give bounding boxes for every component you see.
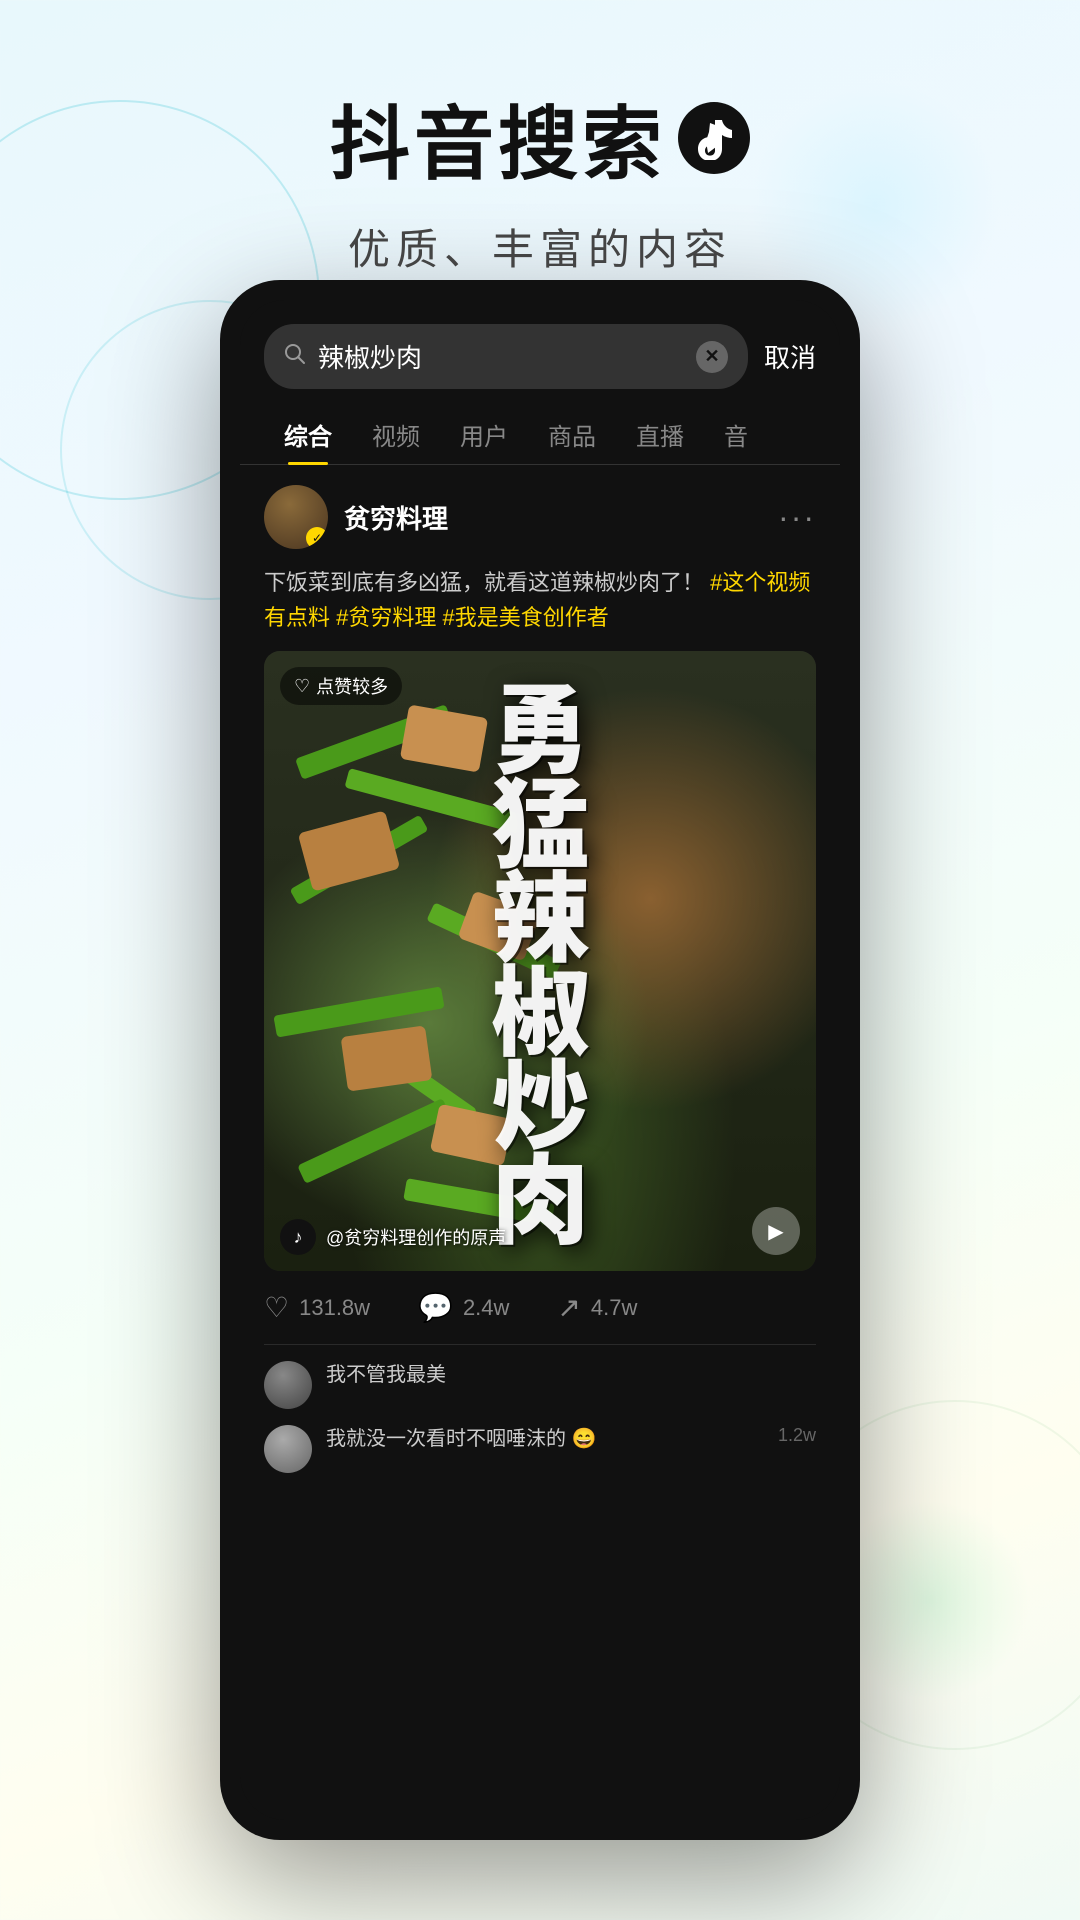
share-stat-icon: ↗ [557,1291,580,1324]
tab-user[interactable]: 用户 [440,405,528,464]
tab-audio[interactable]: 音 [704,405,768,464]
comments-stat: 💬 2.4w [418,1291,509,1324]
heart-icon: ♡ [294,676,310,697]
comment-content-2: 我就没一次看时不咽唾沫的 😄 [326,1425,764,1453]
search-cancel-button[interactable]: 取消 [764,338,816,375]
search-clear-button[interactable]: ✕ [696,341,728,373]
shares-count: 4.7w [591,1295,637,1321]
more-options-button[interactable]: ··· [778,499,816,536]
verified-badge-icon: ✓ [306,527,328,549]
user-info: ✓ 贫穷料理 [264,485,448,549]
comments-count: 2.4w [463,1295,509,1321]
comment-likes-2: 1.2w [778,1425,816,1446]
commenter-avatar-1 [264,1361,312,1409]
tiktok-logo-icon [678,102,750,174]
sound-icon: ♪ [280,1219,316,1255]
video-thumbnail[interactable]: 勇猛辣椒炒肉 ♡ 点赞较多 ♪ @贫穷料理创作的原声 [264,651,816,1271]
page-title: 抖音搜索 [330,80,666,196]
bg-decoration-blob-1 [830,1500,1030,1700]
comment-item-1: 我不管我最美 [264,1361,816,1409]
search-icon [284,343,306,371]
search-query-text: 辣椒炒肉 [318,338,684,375]
search-bar: 辣椒炒肉 ✕ 取消 [240,300,840,389]
phone-screen: 辣椒炒肉 ✕ 取消 综合 视频 用户 商品 [240,300,840,1820]
emoji-smile: 😄 [572,1428,597,1450]
username-label: 贫穷料理 [344,499,448,536]
result-user-row: ✓ 贫穷料理 ··· [264,485,816,549]
search-input-wrap[interactable]: 辣椒炒肉 ✕ [264,324,748,389]
avatar: ✓ [264,485,328,549]
likes-stat: ♡ 131.8w [264,1291,370,1324]
phone-frame: 辣椒炒肉 ✕ 取消 综合 视频 用户 商品 [220,280,860,1840]
likes-count: 131.8w [299,1295,370,1321]
search-tabs: 综合 视频 用户 商品 直播 音 [240,389,840,465]
page-subtitle: 优质、丰富的内容 [0,216,1080,277]
video-text-overlay: 勇猛辣椒炒肉 [264,651,816,1271]
page-header: 抖音搜索 优质、丰富的内容 [0,0,1080,277]
commenter-avatar-2 [264,1425,312,1473]
sound-text: @贫穷料理创作的原声 [326,1224,506,1250]
comment-content-1: 我不管我最美 [326,1361,816,1389]
heart-stat-icon: ♡ [264,1291,289,1324]
tab-live[interactable]: 直播 [616,405,704,464]
big-text-container: 勇猛辣椒炒肉 [264,651,816,1271]
tab-product[interactable]: 商品 [528,405,616,464]
comment-text-2: 我就没一次看时不咽唾沫的 😄 [326,1428,596,1450]
sound-bar: ♪ @贫穷料理创作的原声 [280,1219,506,1255]
comment-text-1: 我不管我最美 [326,1364,446,1386]
phone-mockup: 辣椒炒肉 ✕ 取消 综合 视频 用户 商品 [220,280,860,1840]
likes-badge: ♡ 点赞较多 [280,667,402,705]
shares-stat: ↗ 4.7w [557,1291,637,1324]
comment-item-2: 我就没一次看时不咽唾沫的 😄 1.2w [264,1425,816,1473]
search-results: ✓ 贫穷料理 ··· 下饭菜到底有多凶猛，就看这道辣椒炒肉了！ #这个视频有点料… [240,465,840,1493]
likes-badge-text: 点赞较多 [316,673,388,699]
result-description: 下饭菜到底有多凶猛，就看这道辣椒炒肉了！ #这个视频有点料 #贫穷料理 #我是美… [264,565,816,635]
video-big-text: 勇猛辣椒炒肉 [489,679,592,1243]
stats-row: ♡ 131.8w 💬 2.4w ↗ 4.7w [264,1291,816,1345]
tab-comprehensive[interactable]: 综合 [264,405,352,464]
tab-video[interactable]: 视频 [352,405,440,464]
title-row: 抖音搜索 [0,80,1080,196]
comment-stat-icon: 💬 [418,1291,453,1324]
